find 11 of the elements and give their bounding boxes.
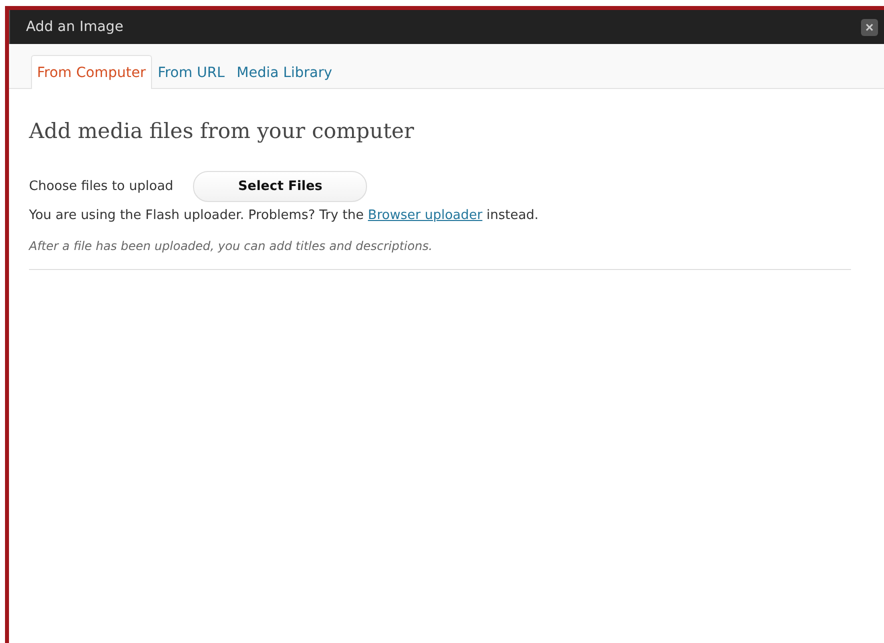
hint-text: After a file has been uploaded, you can add titles and descriptions. xyxy=(29,239,434,253)
browser-uploader-link[interactable]: Browser uploader xyxy=(368,208,482,223)
select-files-button[interactable]: Select Files xyxy=(193,171,368,202)
upload-label: Choose files to upload xyxy=(29,179,174,194)
close-button[interactable]: × xyxy=(861,18,878,36)
tab[interactable]: From Computer xyxy=(31,55,152,89)
tab[interactable]: From URL xyxy=(152,55,231,89)
uploader-notice: You are using the Flash uploader. Problems? Try the Browser uploader instead. xyxy=(29,208,540,223)
window-title: Add an Image xyxy=(26,19,124,35)
tab[interactable]: Media Library xyxy=(230,55,338,89)
section-heading: Add media files from your computer xyxy=(29,119,416,143)
